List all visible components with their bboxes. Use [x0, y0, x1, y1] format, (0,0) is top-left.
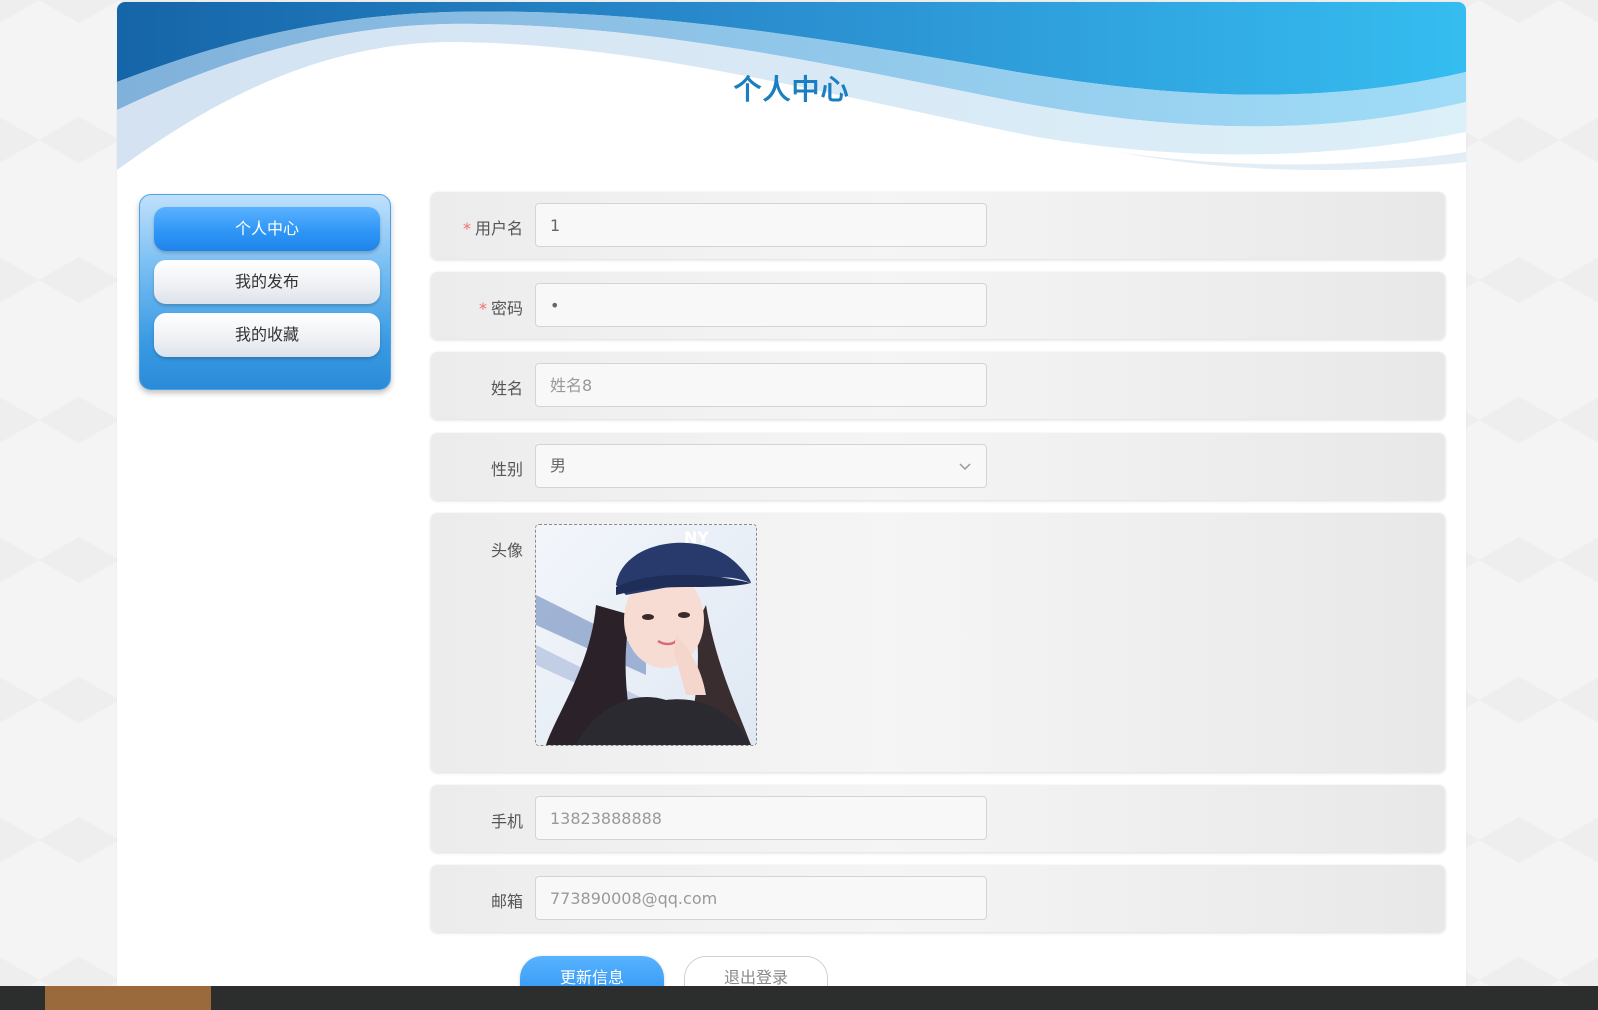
- sidebar-item-my-favorites[interactable]: 我的收藏: [154, 313, 380, 357]
- sidebar-item-my-posts[interactable]: 我的发布: [154, 260, 380, 304]
- name-label: 姓名: [490, 379, 523, 398]
- form-row-email: 邮箱: [431, 865, 1445, 932]
- form-row-password: * 密码: [431, 272, 1445, 339]
- gender-select[interactable]: 男: [535, 444, 987, 488]
- gender-selected-value: 男: [550, 456, 567, 475]
- form-row-avatar: 头像 NY: [431, 513, 1445, 772]
- phone-label: 手机: [490, 812, 523, 831]
- phone-input[interactable]: [535, 796, 987, 840]
- name-input[interactable]: [535, 363, 987, 407]
- avatar-image: NY: [536, 525, 756, 745]
- sidebar-item-profile[interactable]: 个人中心: [154, 207, 380, 251]
- page-container: 个人中心 个人中心 我的发布 我的收藏 *用户名 *密码 姓名 性别 男 头像: [117, 2, 1466, 1010]
- chevron-down-icon: [959, 463, 971, 471]
- form-row-phone: 手机: [431, 785, 1445, 852]
- username-label: * 用户名: [462, 219, 523, 238]
- required-mark: *: [462, 219, 471, 238]
- required-mark: *: [478, 299, 487, 318]
- page-title: 个人中心: [733, 73, 850, 106]
- form-row-gender: 性别 男: [431, 433, 1445, 500]
- avatar-upload[interactable]: NY: [535, 524, 757, 746]
- form-row-username: * 用户名: [431, 192, 1445, 259]
- sidebar-menu: 个人中心 我的发布 我的收藏: [139, 194, 391, 390]
- email-input[interactable]: [535, 876, 987, 920]
- password-label: * 密码: [478, 299, 523, 318]
- header-banner: 个人中心: [117, 2, 1466, 172]
- username-input[interactable]: [535, 203, 987, 247]
- password-input[interactable]: [535, 283, 987, 327]
- gender-label: 性别: [490, 460, 523, 479]
- form-row-name: 姓名: [431, 352, 1445, 419]
- bottom-bar-segment: [45, 986, 211, 1010]
- avatar-label: 头像: [490, 541, 523, 560]
- email-label: 邮箱: [490, 892, 523, 911]
- bottom-bar: [0, 986, 1598, 1010]
- svg-text:NY: NY: [684, 528, 709, 547]
